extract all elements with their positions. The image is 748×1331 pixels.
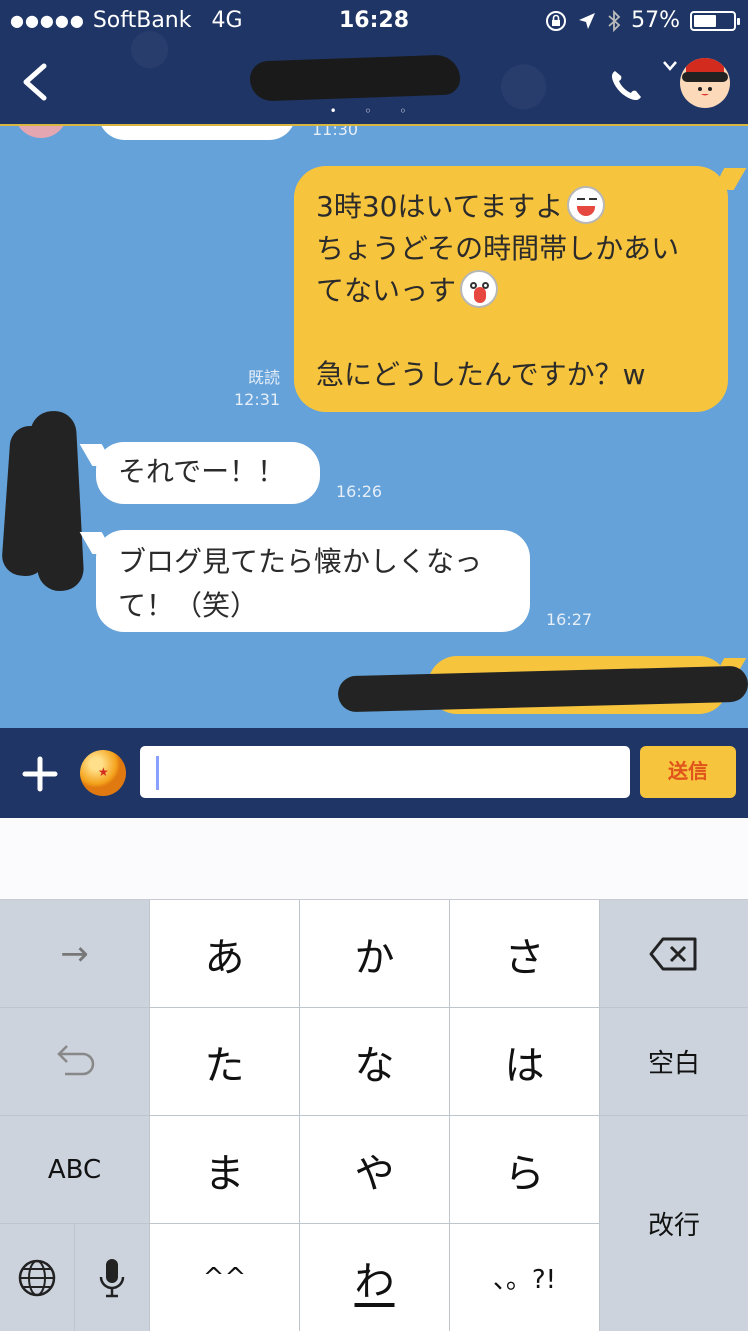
return-key[interactable]: 改行 xyxy=(600,1116,748,1331)
message-line: 急にどうしたんですか？w xyxy=(316,358,646,391)
incoming-message-bubble[interactable]: それでー！！ xyxy=(96,442,320,504)
plus-icon[interactable] xyxy=(22,756,58,792)
chat-area[interactable]: 11:30 3時30はいてますよ ちょうどその時間帯しかあい てないっす 急にど… xyxy=(0,126,748,728)
message-input[interactable] xyxy=(140,746,630,798)
kana-key-ma[interactable]: ま xyxy=(150,1116,299,1223)
shocked-face-icon xyxy=(460,270,499,308)
battery-percent: 57% xyxy=(631,8,680,33)
message-line: ちょうどその時間帯しかあい xyxy=(316,232,680,265)
kana-key-ra[interactable]: ら xyxy=(450,1116,599,1223)
send-button[interactable]: 送信 xyxy=(640,746,736,798)
incoming-message-bubble[interactable]: ブログ見てたら懐かしくなっ て！（笑） xyxy=(96,530,530,632)
read-label: 既読 xyxy=(248,368,281,387)
kana-key-ya[interactable]: や xyxy=(300,1116,449,1223)
message-line: て！（笑） xyxy=(118,589,259,622)
page-indicator: • ◦ ◦ xyxy=(329,104,419,118)
redacted-avatar-part xyxy=(29,409,85,593)
chevron-down-icon[interactable] xyxy=(662,60,678,72)
laughing-face-icon xyxy=(567,186,606,224)
microphone-icon xyxy=(99,1258,125,1297)
globe-icon xyxy=(18,1259,56,1296)
message-time: 16:27 xyxy=(546,610,593,629)
sticker-icon[interactable]: ★ xyxy=(80,750,126,796)
outgoing-message-bubble[interactable]: 3時30はいてますよ ちょうどその時間帯しかあい てないっす 急にどうしたんです… xyxy=(294,166,728,412)
battery-icon xyxy=(690,10,740,31)
undo-icon xyxy=(56,1044,94,1075)
kana-key-sa[interactable]: さ xyxy=(450,900,599,1007)
undo-key[interactable] xyxy=(0,1008,149,1115)
abc-key[interactable]: ABC xyxy=(0,1116,149,1223)
message-time: 12:31 xyxy=(234,390,281,409)
punctuation-key[interactable]: 、。?! xyxy=(450,1224,599,1331)
kana-key-ta[interactable]: た xyxy=(150,1008,299,1115)
phone-call-icon[interactable] xyxy=(606,66,646,106)
text-caret xyxy=(156,756,159,790)
redacted-contact-name xyxy=(249,54,461,102)
space-key[interactable]: 空白 xyxy=(600,1008,748,1115)
location-icon xyxy=(579,12,596,29)
back-arrow-icon[interactable] xyxy=(18,62,52,102)
suggestion-bar xyxy=(0,818,748,900)
keyboard: → あ か さ た な は 空白 ABC ま や ら 改行 ^^ わ 、。?! xyxy=(0,900,748,1331)
kana-key-a[interactable]: あ xyxy=(150,900,299,1007)
message-line: 3時30はいてますよ xyxy=(316,190,564,223)
contact-avatar[interactable] xyxy=(680,58,730,108)
message-bubble-partial xyxy=(98,126,296,140)
mic-key[interactable] xyxy=(75,1224,149,1331)
message-line: ブログ見てたら懐かしくなっ xyxy=(118,545,483,578)
message-time: 11:30 xyxy=(312,126,359,139)
message-text: それでー！！ xyxy=(118,455,286,488)
kana-key-na[interactable]: な xyxy=(300,1008,449,1115)
kana-key-wa[interactable]: わ xyxy=(300,1224,449,1331)
emoticon-key[interactable]: ^^ xyxy=(150,1224,299,1331)
arrow-key[interactable]: → xyxy=(0,900,149,1007)
chat-header: ●●●●● SoftBank 4G 16:28 57% • ◦ ◦ xyxy=(0,0,748,126)
delete-key[interactable] xyxy=(600,900,748,1007)
globe-key[interactable] xyxy=(0,1224,74,1331)
message-line: てないっす xyxy=(316,274,457,307)
backspace-icon xyxy=(649,937,697,970)
message-time: 16:26 xyxy=(336,482,383,501)
kana-key-ka[interactable]: か xyxy=(300,900,449,1007)
kana-key-ha[interactable]: は xyxy=(450,1008,599,1115)
rotation-lock-icon xyxy=(546,10,567,31)
status-bar: ●●●●● SoftBank 4G 16:28 57% xyxy=(0,6,748,36)
bluetooth-icon xyxy=(608,9,621,32)
sender-avatar xyxy=(14,126,68,138)
